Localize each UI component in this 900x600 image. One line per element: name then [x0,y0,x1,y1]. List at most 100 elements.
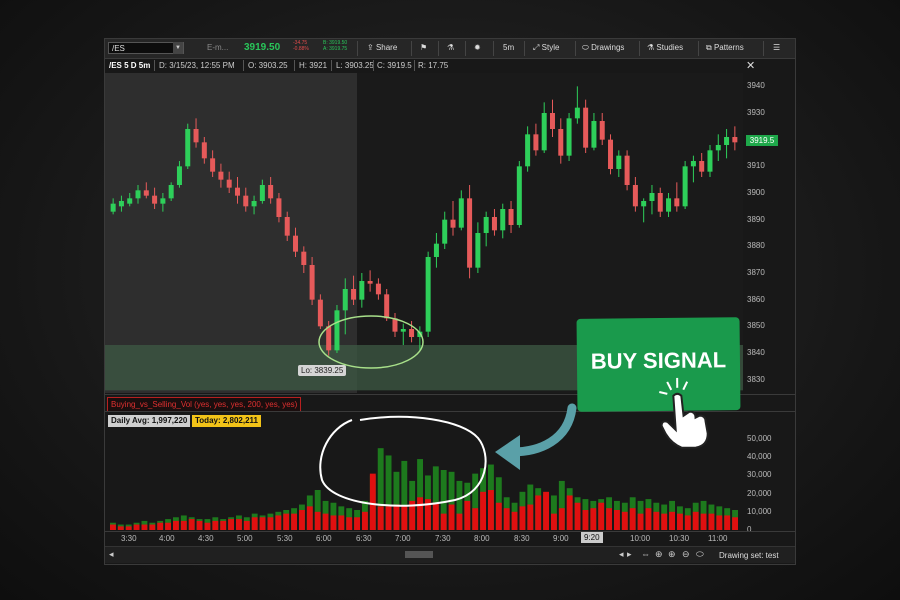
info-bar: /ES 5 D 5m D: 3/15/23, 12:55 PM O: 3903.… [105,59,745,72]
scroll-right-icon[interactable]: ◂ [619,549,624,560]
divider [243,60,244,71]
symbol-dropdown-icon[interactable]: ▼ [173,42,183,54]
candle [425,251,431,337]
volume-tick: 40,000 [747,452,772,462]
divider [438,41,439,56]
range-value: R: 17.75 [418,61,449,70]
high-value: H: 3921 [299,61,328,70]
last-price: 3919.50 [244,42,281,53]
price-tick: 3870 [747,268,765,277]
volume-tick: 30,000 [747,470,772,480]
divider [414,60,415,71]
time-tick: 10:00 [630,534,651,543]
price-tick: 3930 [747,108,765,117]
divider [154,60,155,71]
divider [763,41,764,56]
time-tick: 8:30 [514,534,530,543]
studies-button[interactable]: ⚗ Studies [647,43,683,52]
price-axis: 3940393039203910390038903880387038603850… [743,73,795,393]
candle [516,161,522,228]
price-tick: 3900 [747,188,765,197]
candle [682,161,688,209]
divider [373,60,374,71]
time-tick: 4:00 [159,534,175,543]
time-tick: 10:30 [669,534,690,543]
price-tick: 3880 [747,241,765,251]
volume-tick: 10,000 [747,506,772,516]
buy-signal-text: BUY SIGNAL [590,347,727,374]
candle [467,185,473,279]
volume-study-title[interactable]: Buying_vs_Selling_Vol (yes, yes, yes, 20… [107,397,302,412]
candle [624,150,630,191]
price-tick: 3910 [747,161,765,171]
gear-icon[interactable]: ✹ [474,43,481,52]
time-tick: 7:00 [395,534,411,543]
drawing-set-label[interactable]: Drawing set: test [719,551,779,560]
candle [168,182,174,201]
volume-tick: 50,000 [747,434,772,444]
candle [185,123,191,169]
drawings-button[interactable]: ⬭ Drawings [582,43,624,53]
menu-icon[interactable]: ☰ [773,43,780,52]
interval-button[interactable]: 5m [503,43,514,52]
price-tick: 3940 [747,81,765,91]
time-tick: 7:30 [435,534,451,543]
price-tick: 3890 [747,214,765,224]
share-icon: ⇪ [367,43,374,52]
crosshair-icon[interactable]: ⊕ [655,549,663,560]
divider [575,41,576,56]
scroll-end-icon[interactable]: ▸ [627,549,632,560]
divider [294,60,295,71]
ellipse-icon[interactable]: ⬭ [696,549,704,560]
divider [524,41,525,56]
price-tick: 3850 [747,321,765,331]
scroll-left-icon[interactable]: ◂ [109,549,114,560]
time-tick: 5:30 [277,534,293,543]
bottom-bar: ◂ ◂ ▸ ⇔ ⊕ ⊕ ⊖ ⬭ Drawing set: test [105,546,795,563]
price-tick: 3830 [747,374,765,384]
low-label: Lo: 3839.25 [298,365,347,376]
time-tick: 11:00 [708,534,728,543]
divider [465,41,466,56]
price-tick: 3840 [747,348,765,357]
style-button[interactable]: ⤢ Style [533,43,559,53]
candle [608,134,614,175]
toolbar: /ES ▼ E-m... 3919.50 -34.75 -0.88% B: 391… [105,39,795,59]
time-tick: 6:00 [316,534,332,543]
candle [334,305,340,353]
open-value: O: 3903.25 [248,61,288,70]
pan-icon[interactable]: ⇔ [641,549,650,559]
candle [566,113,572,161]
ellipse-icon: ⬭ [582,43,589,52]
symbol-description: E-m... [207,43,229,52]
zoom-in-icon[interactable]: ⊕ [668,549,676,560]
time-tick: 3:30 [121,534,137,543]
share-button[interactable]: ⇪ Share [367,43,397,52]
symbol-period: /ES 5 D 5m [109,61,151,70]
flask-icon[interactable]: ⚗ [447,43,454,52]
time-cursor-label: 9:20 [581,532,603,543]
time-tick: 8:00 [474,534,490,543]
divider [331,60,332,71]
hand-pointer-icon [659,377,709,449]
patterns-button[interactable]: ⧉ Patterns [706,43,744,53]
volume-tick: 20,000 [747,488,772,498]
expand-icon[interactable]: ✕ [746,59,755,72]
price-change: -34.75 -0.88% [293,40,309,52]
horizontal-scrollbar[interactable] [405,551,433,558]
time-axis: 9:20 3:30 4:00 4:30 5:00 5:30 6:00 6:30 7:00 7:3… [105,531,795,546]
close-value: C: 3919.5 [377,61,412,70]
bid-ask: B: 3919.50 A: 3919.75 [323,40,348,52]
flag-icon[interactable]: ⚑ [420,43,427,52]
divider [411,41,412,56]
buy-signal-callout: BUY SIGNAL [576,317,741,449]
patterns-icon: ⧉ [706,43,712,52]
time-tick: 5:00 [237,534,253,543]
divider [493,41,494,56]
zoom-out-icon[interactable]: ⊖ [682,549,690,560]
time-tick: 6:30 [356,534,372,543]
divider [357,41,358,56]
date-value: D: 3/15/23, 12:55 PM [159,61,235,70]
chart-window: /ES ▼ E-m... 3919.50 -34.75 -0.88% B: 391… [104,38,796,565]
time-tick: 9:00 [553,534,569,543]
